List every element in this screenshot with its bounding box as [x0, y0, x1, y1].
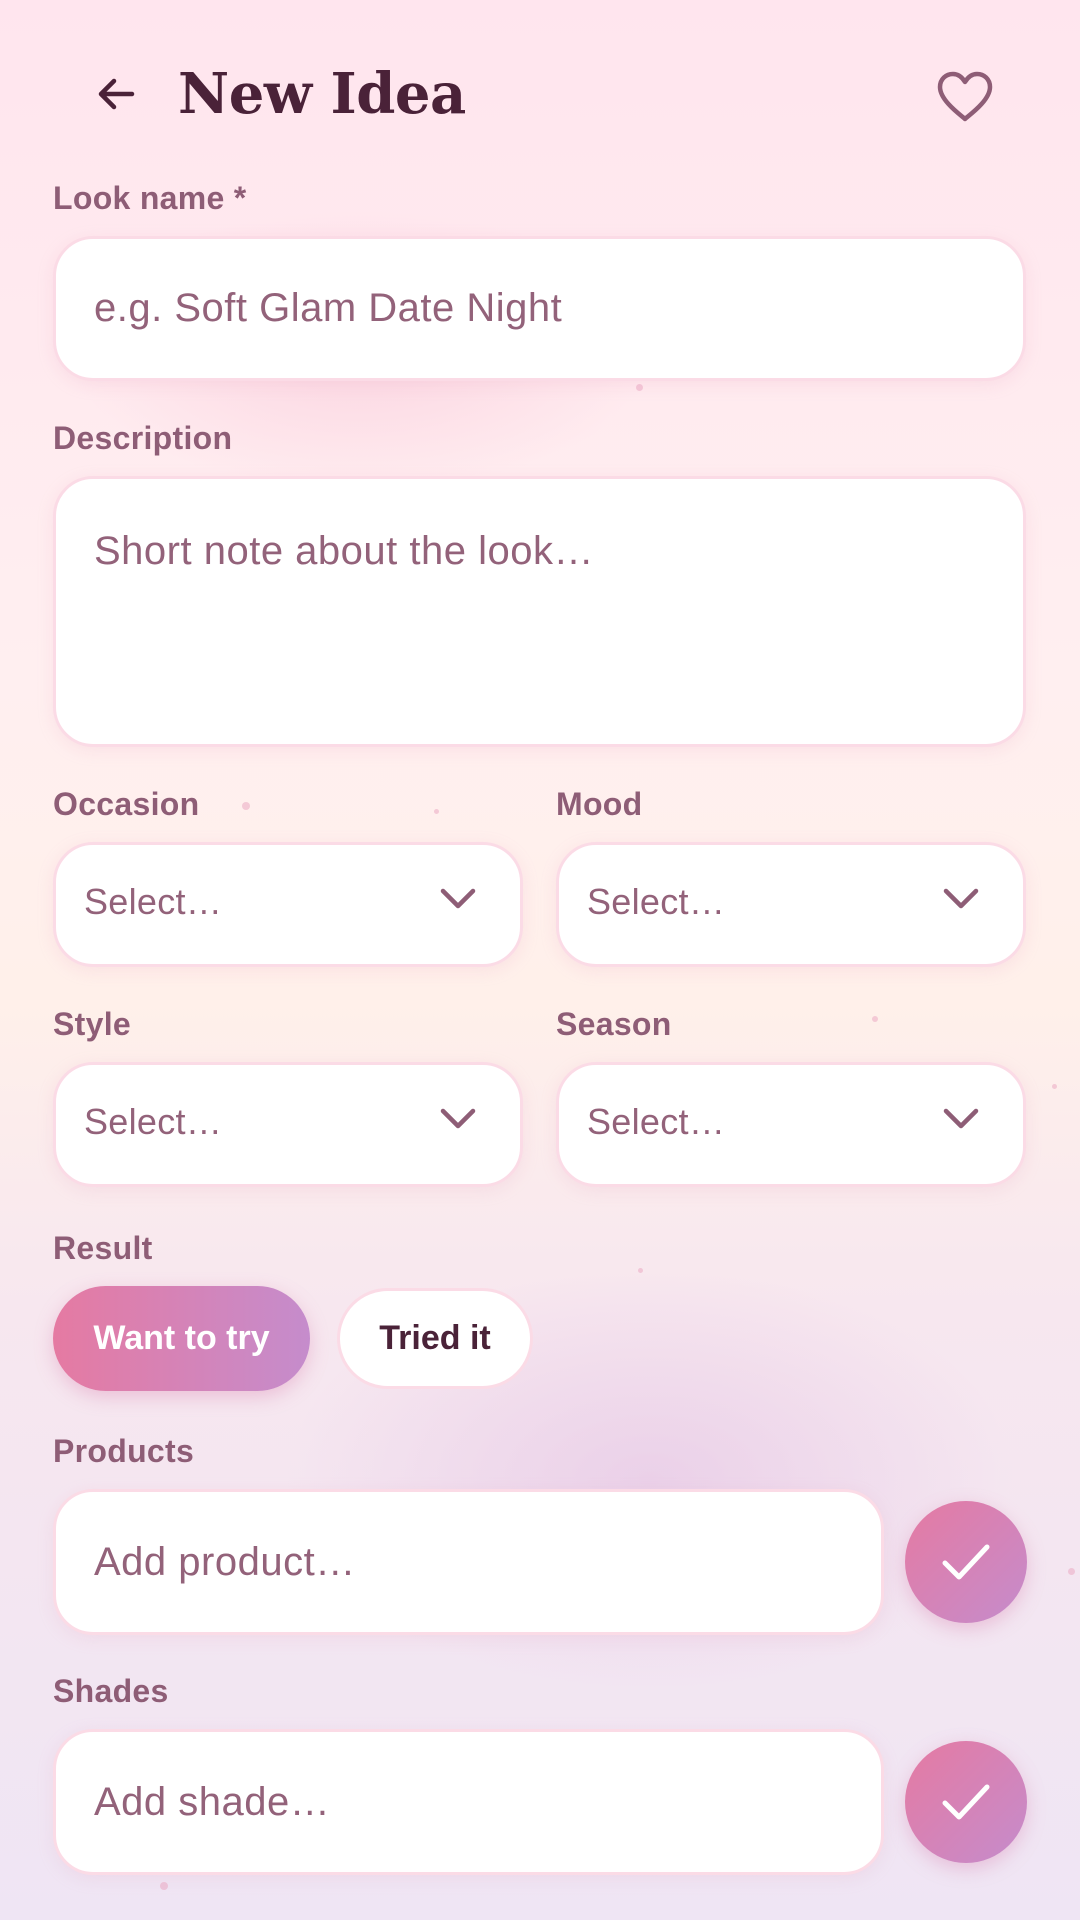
chevron-down-icon: [440, 1108, 476, 1129]
add-product-button[interactable]: [905, 1501, 1027, 1623]
check-icon: [942, 1544, 990, 1580]
app-header: New Idea: [0, 40, 1080, 150]
style-select[interactable]: Select…: [53, 1062, 523, 1187]
occasion-label: Occasion: [53, 786, 200, 822]
decor-dot: [636, 384, 643, 391]
add-shade-input[interactable]: [53, 1729, 884, 1875]
decor-dot: [638, 1268, 643, 1273]
description-textarea[interactable]: [53, 476, 1026, 747]
chevron-down-icon: [943, 1108, 979, 1129]
decor-dot: [1052, 1084, 1057, 1089]
favorite-button[interactable]: [930, 64, 1000, 130]
season-select[interactable]: Select…: [556, 1062, 1026, 1187]
add-shade-button[interactable]: [905, 1741, 1027, 1863]
check-icon: [942, 1784, 990, 1820]
result-label: Result: [53, 1230, 153, 1266]
products-label: Products: [53, 1433, 195, 1469]
mood-label: Mood: [556, 786, 643, 822]
result-option-tried-it[interactable]: Tried it: [337, 1288, 533, 1389]
shades-label: Shades: [53, 1673, 169, 1709]
back-button[interactable]: [84, 62, 148, 126]
season-label: Season: [556, 1006, 672, 1042]
chevron-down-icon: [440, 888, 476, 909]
style-select-value: Select…: [84, 1101, 223, 1142]
look-name-label: Look name *: [53, 180, 247, 216]
arrow-left-icon: [98, 78, 135, 110]
style-label: Style: [53, 1006, 131, 1042]
occasion-select-value: Select…: [84, 881, 223, 922]
add-product-input[interactable]: [53, 1489, 884, 1635]
decor-dot: [242, 802, 250, 810]
decor-dot: [872, 1016, 878, 1022]
chevron-down-icon: [943, 888, 979, 909]
decor-dot: [160, 1882, 168, 1890]
decor-dot: [434, 809, 439, 814]
season-select-value: Select…: [587, 1101, 726, 1142]
description-label: Description: [53, 420, 233, 456]
mood-select-value: Select…: [587, 881, 726, 922]
decor-dot: [1068, 1568, 1075, 1575]
look-name-input[interactable]: [53, 236, 1026, 381]
occasion-select[interactable]: Select…: [53, 842, 523, 967]
result-option-want-to-try[interactable]: Want to try: [53, 1286, 310, 1391]
heart-outline-icon: [937, 71, 993, 122]
page-title: New Idea: [178, 61, 466, 127]
mood-select[interactable]: Select…: [556, 842, 1026, 967]
